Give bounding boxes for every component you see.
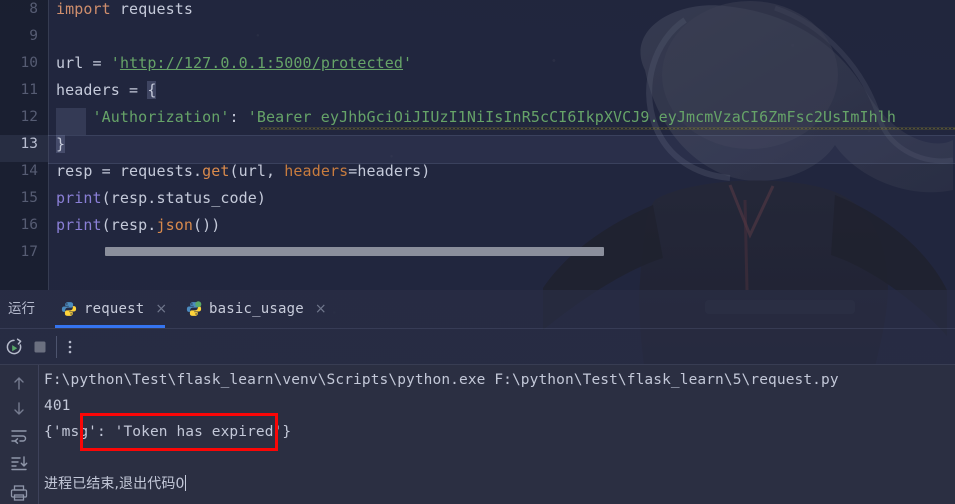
python-file-icon	[186, 301, 202, 317]
code-token: :	[229, 108, 248, 126]
annotation-highlight-box	[80, 413, 278, 451]
close-icon[interactable]: ×	[311, 301, 327, 317]
code-token: ())	[192, 216, 221, 234]
code-token: json	[156, 216, 193, 234]
code-token: requests	[110, 0, 193, 18]
rerun-button[interactable]	[4, 337, 24, 357]
line-number-17: 17	[20, 244, 38, 260]
code-text-area[interactable]: import requests url = 'http://127.0.0.1:…	[48, 0, 955, 290]
editor-horizontal-scrollbar[interactable]	[96, 246, 955, 257]
code-line-13: }	[56, 131, 66, 158]
code-token: import	[56, 0, 111, 18]
code-token: resp = requests.	[56, 162, 203, 180]
python-file-icon	[61, 301, 77, 317]
line-number-11: 11	[20, 82, 38, 98]
print-icon[interactable]	[9, 483, 29, 503]
code-line-11: headers = {	[56, 77, 157, 104]
line-number-12: 12	[20, 109, 38, 125]
exit-message-text: 进程已结束,退出代码0	[44, 476, 185, 492]
line-number-13: 13	[20, 136, 38, 152]
spellcheck-squiggle	[260, 127, 955, 130]
code-line-8: import requests	[56, 0, 193, 23]
code-line-10: url = 'http://127.0.0.1:5000/protected'	[56, 50, 412, 77]
stop-button[interactable]	[30, 337, 50, 357]
line-number-10: 10	[20, 55, 38, 71]
line-number-15: 15	[20, 190, 38, 206]
code-token: 'Authorization'	[92, 108, 230, 126]
run-toolbar	[0, 328, 955, 365]
code-line-14: resp = requests.get(url, headers=headers…	[56, 158, 430, 185]
code-editor[interactable]: 8 9 10 11 12 13 14 15 16 17 import reque…	[0, 0, 955, 290]
console-caret	[185, 475, 187, 491]
code-token: headers	[284, 162, 349, 180]
line-number-16: 16	[20, 217, 38, 233]
run-tool-window: 运行 request × basic_usage × F:\python\Tes…	[0, 290, 955, 504]
line-number-9: 9	[29, 28, 38, 44]
code-line-15: print(resp.status_code)	[56, 185, 266, 212]
line-number-gutter: 8 9 10 11 12 13 14 15 16 17	[0, 0, 49, 290]
tab-label: request	[84, 301, 145, 317]
console-exit-message: 进程已结束,退出代码0	[44, 471, 187, 497]
toolbar-divider	[56, 336, 57, 358]
code-token: print	[56, 216, 102, 234]
run-tab-bar: 运行 request × basic_usage ×	[0, 290, 955, 328]
more-options-button[interactable]	[60, 337, 80, 357]
running-indicator-dot	[195, 301, 202, 308]
console-status-code: 401	[44, 398, 71, 414]
console-panel: F:\python\Test\flask_learn\venv\Scripts\…	[0, 364, 955, 504]
down-arrow-icon[interactable]	[9, 399, 29, 419]
code-token: headers =	[56, 81, 148, 99]
tab-request[interactable]: request ×	[55, 290, 173, 328]
code-token: (url,	[229, 162, 285, 180]
close-icon[interactable]: ×	[151, 301, 167, 317]
code-token: '	[110, 54, 120, 72]
tab-basic-usage[interactable]: basic_usage ×	[180, 290, 333, 328]
console-side-toolbar	[0, 365, 39, 504]
code-token: url =	[56, 54, 111, 72]
pycharm-window: 8 9 10 11 12 13 14 15 16 17 import reque…	[0, 0, 955, 504]
response-suffix: }	[282, 424, 292, 440]
code-token: print	[56, 189, 102, 207]
matching-brace: {	[147, 81, 157, 99]
matching-brace: }	[56, 135, 66, 153]
code-token: (resp.	[101, 216, 157, 234]
console-command-line: F:\python\Test\flask_learn\venv\Scripts\…	[44, 372, 839, 388]
jwt-token-string: 'Bearer eyJhbGciOiJIUzI1NiIsInR5cCI6IkpX…	[247, 108, 897, 126]
code-token: (resp.status_code)	[101, 189, 267, 207]
soft-wrap-icon[interactable]	[9, 426, 29, 446]
code-token: =headers)	[348, 162, 431, 180]
up-arrow-icon[interactable]	[9, 373, 29, 393]
code-line-16: print(resp.json())	[56, 212, 220, 239]
line-number-14: 14	[20, 163, 38, 179]
tab-label: basic_usage	[209, 301, 304, 317]
url-link[interactable]: http://127.0.0.1:5000/protected	[120, 54, 403, 72]
code-token: '	[403, 54, 413, 72]
scrollbar-thumb[interactable]	[105, 247, 604, 256]
scroll-to-end-icon[interactable]	[9, 453, 29, 473]
code-token: get	[202, 162, 230, 180]
run-tool-window-title: 运行	[8, 301, 35, 317]
line-number-8: 8	[29, 1, 38, 17]
